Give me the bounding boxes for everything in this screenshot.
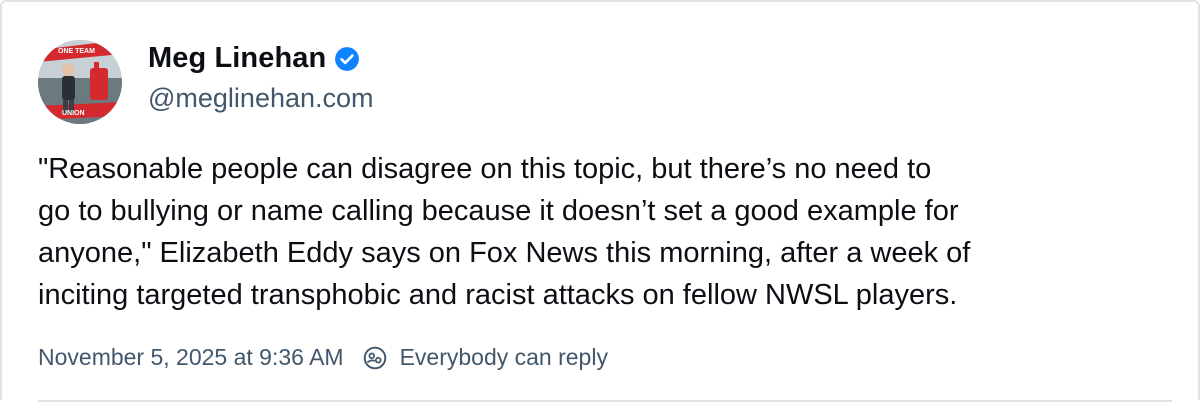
post-timestamp[interactable]: November 5, 2025 at 9:36 AM: [38, 344, 344, 371]
author-handle[interactable]: @meglinehan.com: [148, 83, 374, 114]
display-name-row: Meg Linehan: [148, 42, 374, 75]
post-text: "Reasonable people can disagree on this …: [38, 153, 971, 311]
display-name[interactable]: Meg Linehan: [148, 42, 326, 75]
post-meta: November 5, 2025 at 9:36 AM Everybody ca…: [38, 344, 608, 371]
verified-badge-icon[interactable]: [334, 46, 360, 72]
post-header: ONE TEAM UNION Meg Linehan @meglinehan.c…: [38, 40, 374, 124]
reply-setting-label[interactable]: Everybody can reply: [400, 344, 608, 371]
avatar-banner-top: ONE TEAM: [58, 48, 95, 55]
avatar-banner-bottom: UNION: [62, 110, 85, 117]
post-card: ONE TEAM UNION Meg Linehan @meglinehan.c…: [0, 0, 1200, 402]
author-names: Meg Linehan @meglinehan.com: [148, 40, 374, 114]
avatar-image: ONE TEAM UNION: [38, 40, 122, 124]
avatar[interactable]: ONE TEAM UNION: [38, 40, 122, 124]
everybody-reply-icon: [362, 345, 388, 371]
